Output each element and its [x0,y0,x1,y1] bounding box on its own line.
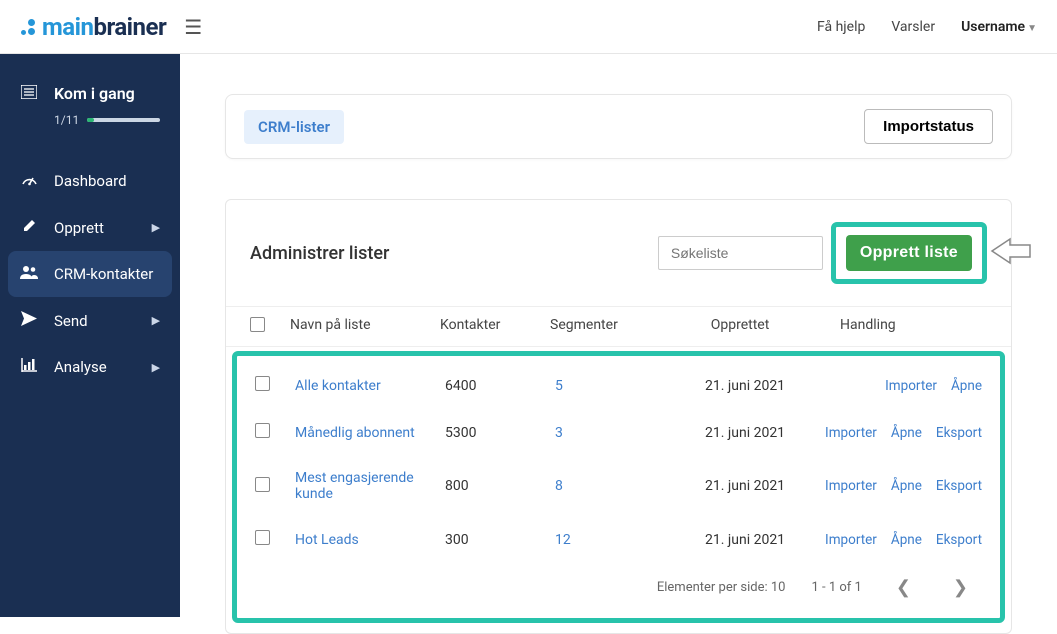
main-content: CRM-lister Importstatus Administrer list… [180,54,1057,617]
created-date: 21. juni 2021 [665,378,825,394]
created-date: 21. juni 2021 [665,425,825,441]
col-segments: Segmenter [550,317,660,336]
chart-icon [20,358,38,376]
list-name-link[interactable]: Månedlig abonnent [295,425,445,441]
alerts-link[interactable]: Varsler [891,19,935,35]
segments-link[interactable]: 3 [555,425,563,441]
nav-label: Analyse [54,358,107,376]
arrow-callout-icon [990,236,1032,270]
action-eksport[interactable]: Eksport [936,425,982,441]
logo-main-text: main [42,13,93,41]
topbar-left: mainbrainer ☰ [20,13,202,41]
prev-page-button[interactable]: ❮ [888,573,919,602]
col-name: Navn på liste [290,317,440,336]
per-page-label: Elementer per side: 10 [657,580,786,595]
import-status-button[interactable]: Importstatus [864,109,993,144]
segments-link[interactable]: 12 [555,532,571,548]
action-eksport[interactable]: Eksport [936,478,982,494]
action-åpne[interactable]: Åpne [891,478,922,494]
col-action: Handling [820,317,987,336]
page-range-label: 1 - 1 of 1 [811,580,861,595]
nav-item-dashboard[interactable]: Dashboard [0,157,180,204]
create-list-button[interactable]: Opprett liste [846,235,972,271]
nav-item-send[interactable]: Send ▶ [0,297,180,344]
segments-link[interactable]: 8 [555,478,563,494]
topbar: mainbrainer ☰ Få hjelp Varsler Username▼ [0,0,1057,54]
row-actions: Importer Åpne Eksport [825,425,982,441]
crm-lists-card: CRM-lister Importstatus [225,94,1012,159]
list-name-link[interactable]: Mest engasjerende kunde [295,470,445,502]
table-row: Hot Leads30012 21. juni 2021Importer Åpne E… [237,516,1000,563]
select-all-checkbox[interactable] [250,317,265,332]
chevron-right-icon: ▶ [152,221,160,234]
action-åpne[interactable]: Åpne [891,425,922,441]
username-label: Username [961,19,1025,35]
search-list-input[interactable] [658,236,823,270]
action-importer[interactable]: Importer [825,478,877,494]
contacts-value: 6400 [445,378,555,394]
sidebar-kom-i-gang[interactable]: Kom i gang 1/11 [0,84,180,147]
caret-down-icon: ▼ [1027,23,1037,34]
col-created: Opprettet [660,317,820,336]
sidebar: Kom i gang 1/11 Dashboard Opprett ▶ CRM-kon… [0,54,180,617]
contacts-value: 5300 [445,425,555,441]
segments-link[interactable]: 5 [555,378,563,394]
logo-brain-text: brainer [93,13,166,41]
hamburger-menu-icon[interactable]: ☰ [184,15,202,39]
list-icon [20,85,38,103]
users-icon [20,265,38,283]
user-menu[interactable]: Username▼ [961,19,1037,35]
kom-progress-bar [87,118,160,122]
pencil-icon [20,218,38,237]
nav-label: Dashboard [54,172,127,190]
action-importer[interactable]: Importer [885,378,937,394]
pagination: Elementer per side: 10 1 - 1 of 1 ❮ ❯ [237,563,1000,618]
chevron-right-icon: ▶ [152,361,160,374]
nav-item-opprett[interactable]: Opprett ▶ [0,204,180,251]
row-checkbox[interactable] [255,423,270,438]
gauge-icon [20,171,38,190]
paperplane-icon [20,311,38,330]
nav-item-analyse[interactable]: Analyse ▶ [0,344,180,390]
kom-title-label: Kom i gang [54,84,135,103]
nav-label: Send [54,312,88,330]
crm-lists-pill[interactable]: CRM-lister [244,110,344,144]
col-contacts: Kontakter [440,317,550,336]
table-header-row: Navn på liste Kontakter Segmenter Oppret… [226,306,1011,347]
contacts-value: 300 [445,532,555,548]
action-importer[interactable]: Importer [825,425,877,441]
logo[interactable]: mainbrainer [20,13,166,41]
row-actions: Importer Åpne Eksport [825,478,982,494]
row-actions: Importer Åpne [825,378,982,394]
row-checkbox[interactable] [255,477,270,492]
list-name-link[interactable]: Alle kontakter [295,378,445,394]
manage-lists-title: Administrer lister [250,243,389,264]
manage-lists-card: Administrer lister Opprett liste [225,199,1012,634]
next-page-button[interactable]: ❯ [945,573,976,602]
created-date: 21. juni 2021 [665,532,825,548]
nav-label: Opprett [54,219,104,237]
help-link[interactable]: Få hjelp [817,19,865,35]
action-åpne[interactable]: Åpne [891,532,922,548]
contacts-value: 800 [445,478,555,494]
list-name-link[interactable]: Hot Leads [295,532,445,548]
action-åpne[interactable]: Åpne [951,378,982,394]
table-row: Alle kontakter6400521. juni 2021Importer… [237,362,1000,409]
row-checkbox[interactable] [255,376,270,391]
topbar-right: Få hjelp Varsler Username▼ [817,19,1037,35]
create-list-highlight: Opprett liste [831,222,987,284]
table-rows-highlight: Alle kontakter6400521. juni 2021Importer… [232,351,1005,623]
kom-progress-count: 1/11 [54,113,79,127]
nav-label: CRM-kontakter [54,265,153,283]
row-checkbox[interactable] [255,530,270,545]
nav-item-crm-kontakter[interactable]: CRM-kontakter [8,251,172,297]
logo-dots-icon [20,18,36,36]
table-row: Månedlig abonnent53003 21. juni 2021Impor… [237,409,1000,456]
created-date: 21. juni 2021 [665,478,825,494]
table-row: Mest engasjerende kunde8008 21. juni 2021… [237,456,1000,516]
action-importer[interactable]: Importer [825,532,877,548]
row-actions: Importer Åpne Eksport [825,532,982,548]
action-eksport[interactable]: Eksport [936,532,982,548]
chevron-right-icon: ▶ [152,314,160,327]
